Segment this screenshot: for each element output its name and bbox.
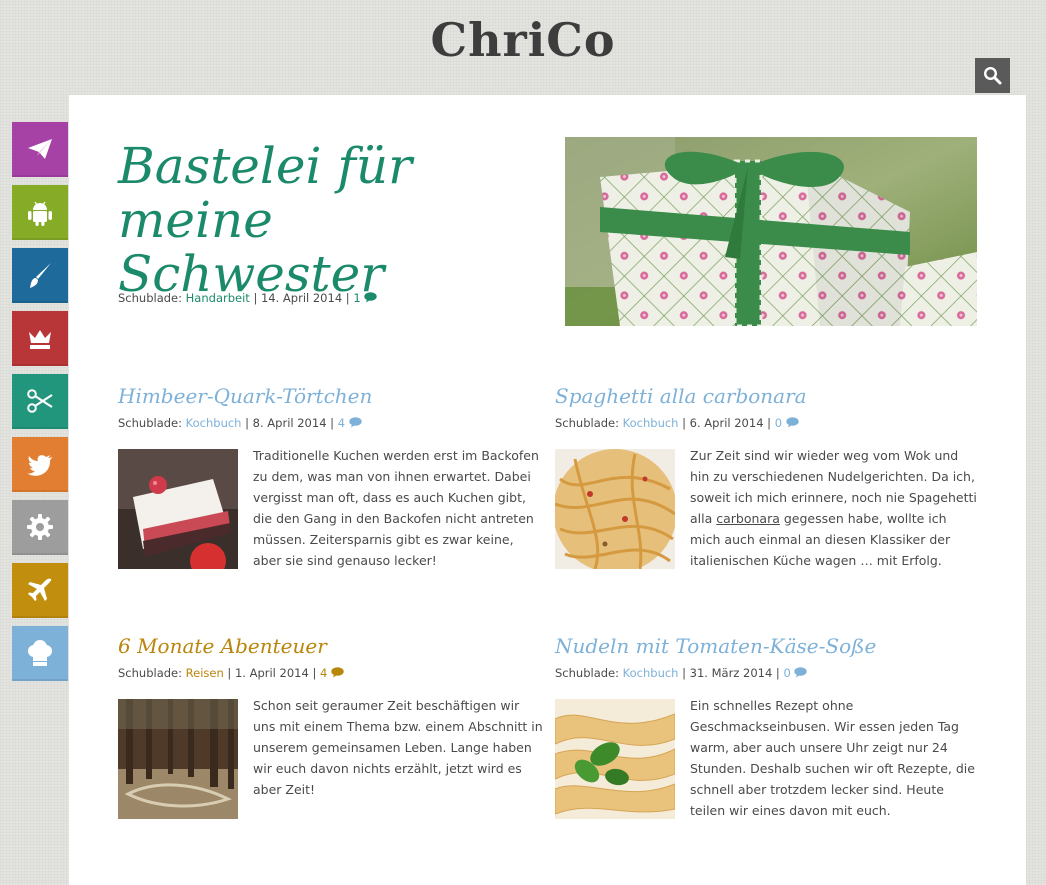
twitter-icon [27, 455, 52, 476]
post-meta: Schublade: Kochbuch | 31. März 2014 | 0 [555, 666, 808, 680]
category-link[interactable]: Handarbeit [186, 291, 250, 305]
post-date: 31. März 2014 [689, 666, 773, 680]
sidebar-item-painting[interactable] [12, 248, 68, 303]
post-card: Himbeer-Quark-Törtchen Schublade: Kochbu… [118, 383, 543, 569]
post-excerpt: Traditionelle Kuchen werden erst im Back… [253, 448, 539, 568]
featured-post-title[interactable]: Bastelei für meine Schwester [118, 139, 518, 301]
post-title[interactable]: 6 Monate Abenteuer [118, 633, 543, 659]
crown-icon [29, 330, 51, 349]
comment-bubble-icon [331, 667, 344, 678]
post-date: 8. April 2014 [252, 416, 327, 430]
sidebar-item-travel-plane[interactable] [12, 122, 68, 177]
post-excerpt: Ein schnelles Rezept ohne Geschmackseinb… [690, 698, 975, 818]
post-date: 14. April 2014 [260, 291, 343, 305]
sidebar-item-twitter[interactable] [12, 437, 68, 492]
sidebar-item-crafts[interactable] [12, 374, 68, 429]
post-meta: Schublade: Kochbuch | 6. April 2014 | 0 [555, 416, 799, 430]
category-link[interactable]: Kochbuch [186, 416, 242, 430]
comment-bubble-icon [364, 292, 378, 303]
sidebar-item-travel[interactable] [12, 563, 68, 618]
comments-link[interactable]: 4 [338, 416, 362, 430]
gear-icon [27, 514, 53, 540]
sidebar-item-settings[interactable] [12, 500, 68, 555]
meta-label: Schublade: [555, 416, 619, 430]
category-link[interactable]: Reisen [186, 666, 224, 680]
category-sidebar [12, 122, 68, 689]
comment-bubble-icon [785, 417, 799, 428]
chef-hat-icon [28, 640, 52, 666]
post-thumbnail[interactable] [555, 449, 675, 569]
post-thumbnail[interactable] [118, 699, 238, 819]
sidebar-item-android[interactable] [12, 185, 68, 240]
carbonara-link[interactable]: carbonara [716, 511, 780, 526]
meta-label: Schublade: [118, 291, 182, 305]
site-logo[interactable]: ChriCo [0, 4, 1046, 76]
post-thumbnail[interactable] [118, 449, 238, 569]
paintbrush-icon [30, 263, 51, 288]
category-link[interactable]: Kochbuch [623, 416, 679, 430]
comments-link[interactable]: 1 [353, 291, 378, 305]
search-icon [983, 66, 1002, 85]
post-excerpt: Zur Zeit sind wir wieder weg vom Wok und… [690, 445, 980, 571]
post-meta: Schublade: Reisen | 1. April 2014 | 4 [118, 666, 344, 680]
paper-plane-icon [28, 139, 52, 159]
meta-label: Schublade: [118, 666, 182, 680]
post-card: Nudeln mit Tomaten-Käse-Soße Schublade: … [555, 633, 980, 819]
main-content: Bastelei für meine Schwester Schublade: … [69, 95, 1026, 885]
sidebar-item-crown[interactable] [12, 311, 68, 366]
comments-link[interactable]: 0 [775, 416, 799, 430]
post-title[interactable]: Himbeer-Quark-Törtchen [118, 383, 543, 409]
android-icon [28, 201, 52, 226]
post-thumbnail[interactable] [555, 699, 675, 819]
post-date: 6. April 2014 [689, 416, 764, 430]
post-excerpt: Schon seit geraumer Zeit beschäftigen wi… [253, 698, 543, 797]
post-date: 1. April 2014 [234, 666, 309, 680]
post-card: 6 Monate Abenteuer Schublade: Reisen | 1… [118, 633, 543, 819]
featured-post-image[interactable] [565, 137, 977, 326]
scissors-icon [27, 389, 53, 413]
comments-link[interactable]: 0 [783, 666, 808, 680]
post-title[interactable]: Nudeln mit Tomaten-Käse-Soße [555, 633, 980, 659]
meta-label: Schublade: [555, 666, 619, 680]
airplane-icon [28, 578, 52, 601]
search-button[interactable] [975, 58, 1010, 93]
comment-bubble-icon [348, 417, 362, 428]
post-meta: Schublade: Kochbuch | 8. April 2014 | 4 [118, 416, 362, 430]
sidebar-item-cooking[interactable] [12, 626, 68, 681]
category-link[interactable]: Kochbuch [623, 666, 679, 680]
comment-bubble-icon [794, 667, 808, 678]
meta-label: Schublade: [118, 416, 182, 430]
comments-link[interactable]: 4 [320, 666, 344, 680]
featured-post-meta: Schublade: Handarbeit | 14. April 2014 |… [118, 291, 378, 305]
post-title[interactable]: Spaghetti alla carbonara [555, 383, 980, 409]
post-card: Spaghetti alla carbonara Schublade: Koch… [555, 383, 980, 569]
